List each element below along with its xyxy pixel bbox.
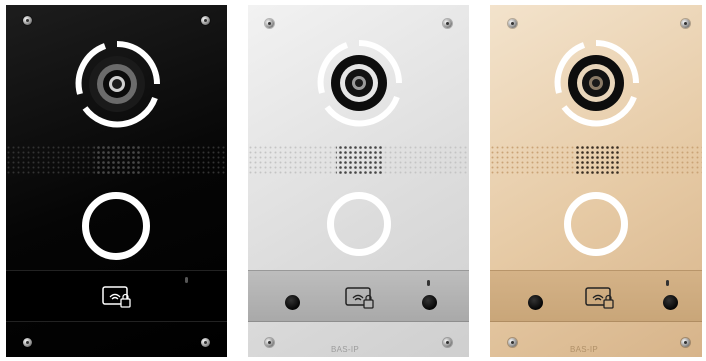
- screw-icon: [443, 338, 452, 347]
- screw-icon: [508, 19, 517, 28]
- screw-icon: [201, 338, 210, 347]
- intercom-panel-black: [6, 5, 227, 357]
- control-strip: [248, 270, 469, 322]
- microphone-hole-icon: [285, 295, 300, 310]
- speaker-grille-icon: [248, 145, 469, 175]
- microphone-hole-icon: [528, 295, 543, 310]
- screw-icon: [265, 19, 274, 28]
- brand-logo: BAS-IP: [331, 345, 360, 354]
- card-reader-icon: [102, 286, 131, 308]
- camera-lens-icon: [554, 40, 639, 127]
- led-indicator-icon: [427, 280, 430, 286]
- intercom-panel-gold: BAS-IP: [490, 5, 702, 357]
- screw-icon: [681, 338, 690, 347]
- call-button-ring-icon[interactable]: [327, 192, 391, 256]
- speaker-grille-icon: [490, 145, 702, 175]
- screw-icon: [201, 16, 210, 25]
- led-indicator-icon: [185, 277, 188, 283]
- screw-icon: [23, 338, 32, 347]
- card-reader-icon: [345, 287, 374, 309]
- screw-icon: [265, 338, 274, 347]
- camera-lens-icon: [317, 40, 402, 127]
- brand-logo: BAS-IP: [570, 345, 599, 354]
- screw-icon: [23, 16, 32, 25]
- camera-lens-icon: [75, 41, 160, 128]
- speaker-grille-icon: [6, 145, 227, 175]
- screw-icon: [681, 19, 690, 28]
- card-reader-icon: [585, 287, 614, 309]
- led-indicator-icon: [666, 280, 669, 286]
- screw-icon: [508, 338, 517, 347]
- call-button-ring-icon[interactable]: [564, 192, 628, 256]
- call-button-ring-icon[interactable]: [82, 192, 150, 260]
- microphone-hole-icon: [663, 295, 678, 310]
- screw-icon: [443, 19, 452, 28]
- control-strip: [490, 270, 702, 322]
- control-strip: [6, 270, 227, 322]
- intercom-panel-silver: BAS-IP: [248, 5, 469, 357]
- microphone-hole-icon: [422, 295, 437, 310]
